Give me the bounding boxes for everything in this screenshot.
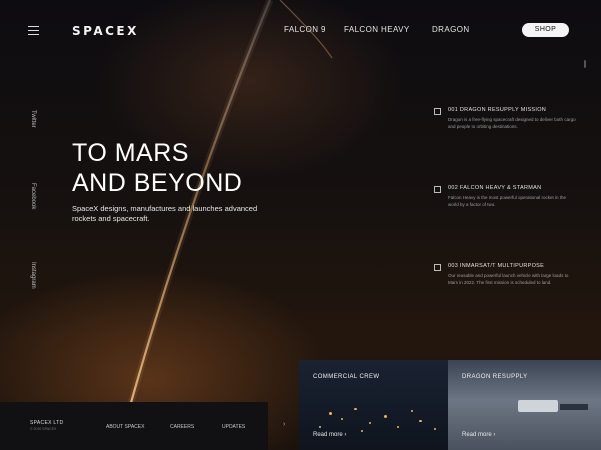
mission-title: 002 FALCON HEAVY & STARMAN [448, 185, 542, 191]
scroll-indicator[interactable] [584, 60, 586, 68]
facebook-link[interactable]: Facebook [30, 183, 36, 209]
mission-description: Dragon is a free-flying spacecraft desig… [448, 117, 576, 129]
footer-logo[interactable]: SPACEX LTD [30, 420, 63, 426]
mission-item[interactable]: 002 FALCON HEAVY & STARMAN Falcon Heavy … [434, 185, 584, 263]
checkbox-icon[interactable] [434, 108, 441, 115]
nav-falcon-9[interactable]: FALCON 9 [284, 25, 326, 34]
solar-panel-image [560, 404, 588, 410]
mission-title: 003 INMARSAT/T MULTIPURPOSE [448, 263, 545, 269]
mission-item[interactable]: 001 DRAGON RESUPPLY MISSION Dragon is a … [434, 107, 584, 185]
shop-button[interactable]: SHOP [522, 23, 569, 37]
top-header: SPACEX FALCON 9 FALCON HEAVY DRAGON SHOP [0, 0, 601, 60]
footer-copyright: © 2020 SPACEX [30, 427, 57, 431]
mission-description: Falcon Heavy is the most powerful operat… [448, 195, 567, 207]
card-read-more-link[interactable]: Read more › [462, 432, 495, 438]
arrow-right-icon[interactable]: › [283, 421, 285, 428]
footer-link-about[interactable]: ABOUT SPACEX [106, 424, 144, 430]
card-read-more-link[interactable]: Read more › [313, 432, 346, 438]
card-dragon-resupply[interactable]: DRAGON RESUPPLY Read more › [448, 360, 601, 450]
read-more-label: Read more [313, 432, 343, 438]
read-more-label: Read more [462, 432, 492, 438]
mission-list: 001 DRAGON RESUPPLY MISSION Dragon is a … [434, 107, 584, 341]
bottom-bar: SPACEX LTD © 2020 SPACEX ABOUT SPACEX CA… [0, 402, 268, 450]
hero-title: TO MARS AND BEYOND [72, 138, 242, 198]
checkbox-icon[interactable] [434, 186, 441, 193]
hero-title-line2: AND BEYOND [72, 169, 243, 197]
card-commercial-crew[interactable]: COMMERCIAL CREW Read more › [299, 360, 448, 450]
twitter-link[interactable]: Twitter [30, 110, 36, 130]
checkbox-icon[interactable] [434, 264, 441, 271]
spacex-logo[interactable]: SPACEX [72, 24, 139, 38]
card-title: DRAGON RESUPPLY [462, 374, 528, 380]
mission-title: 001 DRAGON RESUPPLY MISSION [448, 107, 547, 113]
dragon-capsule-image [518, 400, 558, 412]
footer-link-careers[interactable]: CAREERS [170, 424, 194, 430]
arrow-right-icon: › [493, 432, 496, 438]
instagram-link[interactable]: Instagram [30, 262, 36, 289]
mission-description: Our reusable and powerful launch vehicle… [448, 273, 569, 285]
mission-item[interactable]: 003 INMARSAT/T MULTIPURPOSE Our reusable… [434, 263, 584, 341]
nav-falcon-heavy[interactable]: FALCON HEAVY [344, 25, 410, 34]
footer-link-updates[interactable]: UPDATES [222, 424, 245, 430]
nav-dragon[interactable]: DRAGON [432, 25, 470, 34]
card-title: COMMERCIAL CREW [313, 374, 380, 380]
hero-title-line1: TO MARS [72, 139, 189, 167]
hero-description: SpaceX designs, manufactures and launche… [72, 204, 258, 223]
menu-icon[interactable] [28, 26, 39, 35]
arrow-right-icon: › [344, 432, 347, 438]
